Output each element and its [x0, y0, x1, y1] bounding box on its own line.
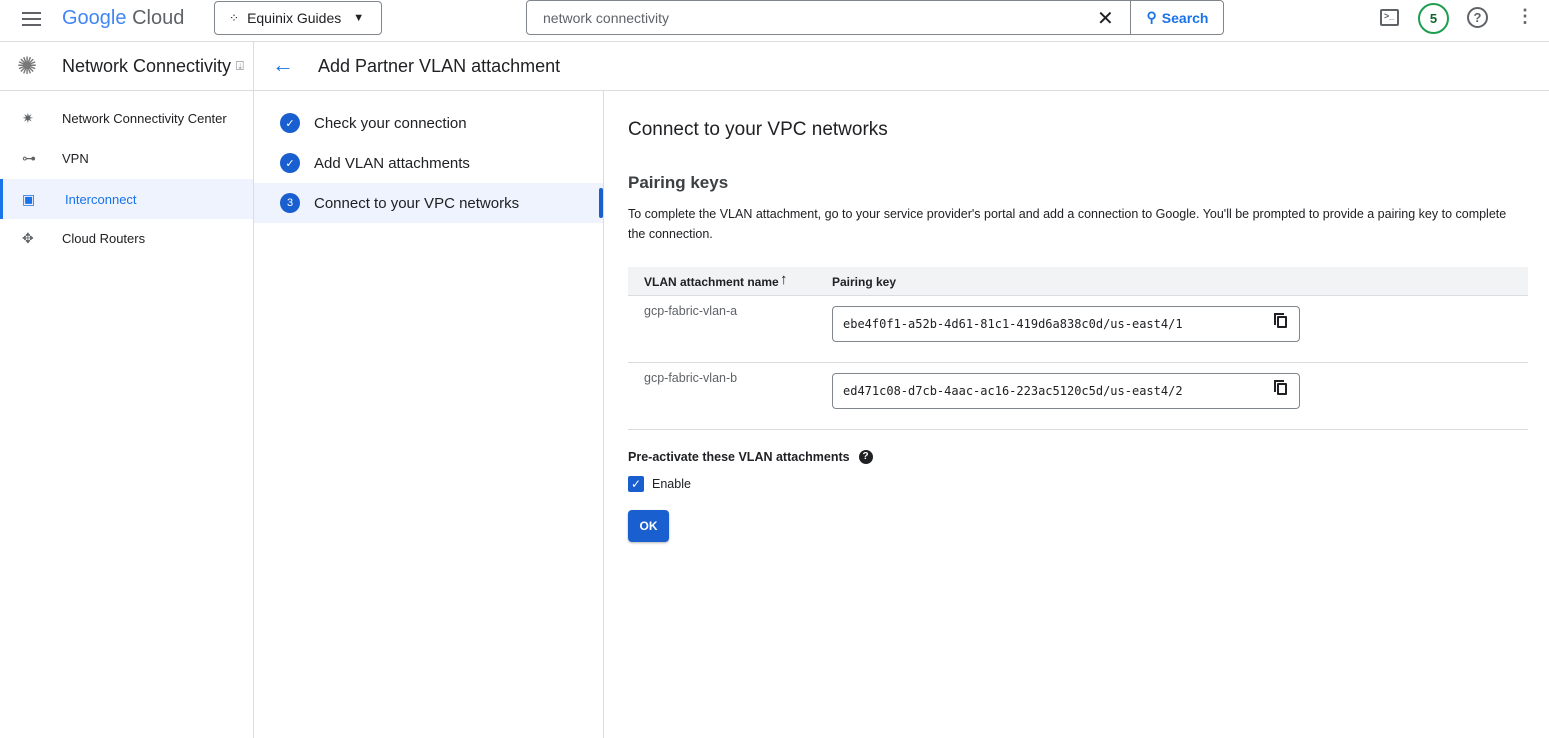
cloud-shell-icon[interactable]: >_ [1380, 9, 1399, 26]
notifications-badge[interactable]: 5 [1418, 3, 1449, 34]
sub-header: ✺ Network Connectivity ⍗ ← Add Partner V… [0, 42, 1549, 91]
page-title: Add Partner VLAN attachment [318, 56, 561, 76]
top-bar: Google Cloud ⁘ Equinix Guides ▼ network … [0, 0, 1549, 42]
pin-icon[interactable]: ⍗ [236, 58, 244, 74]
column-header-name[interactable]: VLAN attachment name [644, 275, 779, 289]
hub-icon: ✷ [22, 109, 34, 126]
section-heading: Connect to your VPC networks [628, 119, 888, 140]
pairing-keys-title: Pairing keys [628, 173, 729, 192]
interconnect-icon: ▣ [22, 190, 36, 207]
sidebar-item-label: VPN [62, 150, 89, 166]
step-label: Connect to your VPC networks [314, 194, 520, 212]
enable-label: Enable [652, 477, 691, 491]
search-box[interactable]: network connectivity ✕ ⚲ Search [526, 0, 1224, 35]
preactivate-row: Pre-activate these VLAN attachments ? [628, 450, 873, 464]
search-icon: ⚲ [1146, 9, 1157, 25]
vlan-name: gcp-fabric-vlan-b [644, 371, 738, 385]
copy-icon[interactable] [1274, 313, 1287, 328]
chevron-down-icon: ▼ [353, 12, 365, 24]
project-name: Equinix Guides [247, 10, 342, 26]
google-cloud-logo[interactable]: Google Cloud [62, 7, 184, 30]
router-icon: ✥ [22, 229, 34, 246]
step-add-vlan-attachments[interactable]: ✓ Add VLAN attachments [254, 143, 603, 183]
sidebar-item-cloud-routers[interactable]: ✥ Cloud Routers [0, 218, 253, 258]
ok-button[interactable]: OK [628, 510, 669, 542]
sort-ascending-icon[interactable]: ↑ [780, 271, 788, 288]
search-input[interactable]: network connectivity [543, 10, 669, 26]
table-header: VLAN attachment name ↑ Pairing key [628, 267, 1528, 296]
active-step-indicator [599, 188, 603, 218]
vlan-name: gcp-fabric-vlan-a [644, 304, 738, 318]
product-title: Network Connectivity [62, 56, 232, 76]
enable-checkbox-row[interactable]: ✓ Enable [628, 476, 691, 492]
logo-cloud: Cloud [132, 7, 185, 29]
check-icon: ✓ [280, 153, 300, 173]
clear-icon[interactable]: ✕ [1097, 6, 1114, 31]
vpn-icon: ⊶ [22, 149, 36, 166]
help-icon[interactable]: ? [1467, 7, 1488, 28]
pairing-key-field[interactable]: ed471c08-d7cb-4aac-ac16-223ac5120c5d/us-… [832, 373, 1300, 409]
help-icon[interactable]: ? [858, 450, 873, 464]
more-options-icon[interactable]: ⋮ [1516, 6, 1534, 27]
step-number: 3 [280, 193, 300, 213]
step-label: Add VLAN attachments [314, 154, 470, 172]
preactivate-label: Pre-activate these VLAN attachments [628, 450, 850, 464]
search-button[interactable]: ⚲ Search [1130, 1, 1224, 34]
sidebar-item-label: Network Connectivity Center [62, 110, 227, 126]
sidebar-item-label: Interconnect [65, 191, 137, 207]
step-check-connection[interactable]: ✓ Check your connection [254, 103, 603, 143]
pairing-keys-description: To complete the VLAN attachment, go to y… [628, 207, 1507, 241]
check-icon: ✓ [280, 113, 300, 133]
project-picker[interactable]: ⁘ Equinix Guides ▼ [214, 1, 382, 35]
pairing-key-field[interactable]: ebe4f0f1-a52b-4d61-81c1-419d6a838c0d/us-… [832, 306, 1300, 342]
step-connect-vpc[interactable]: 3 Connect to your VPC networks [254, 183, 603, 223]
sidebar-item-interconnect[interactable]: ▣ Interconnect [0, 179, 253, 219]
project-icon: ⁘ [229, 11, 240, 25]
copy-icon[interactable] [1274, 380, 1287, 395]
search-label: Search [1161, 9, 1209, 26]
sidebar-item-network-connectivity-center[interactable]: ✷ Network Connectivity Center [0, 98, 253, 138]
column-header-pairing-key: Pairing key [832, 275, 897, 289]
back-arrow-icon[interactable]: ← [272, 52, 294, 78]
sidebar-item-vpn[interactable]: ⊶ VPN [0, 138, 253, 178]
step-label: Check your connection [314, 114, 467, 132]
logo-google: Google [62, 7, 127, 29]
network-connectivity-icon: ✺ [17, 53, 38, 80]
pairing-key-value: ed471c08-d7cb-4aac-ac16-223ac5120c5d/us-… [843, 384, 1183, 398]
menu-icon[interactable] [22, 12, 41, 26]
sidebar-item-label: Cloud Routers [62, 230, 146, 246]
enable-checkbox[interactable]: ✓ [628, 476, 644, 492]
pairing-key-value: ebe4f0f1-a52b-4d61-81c1-419d6a838c0d/us-… [843, 317, 1183, 331]
